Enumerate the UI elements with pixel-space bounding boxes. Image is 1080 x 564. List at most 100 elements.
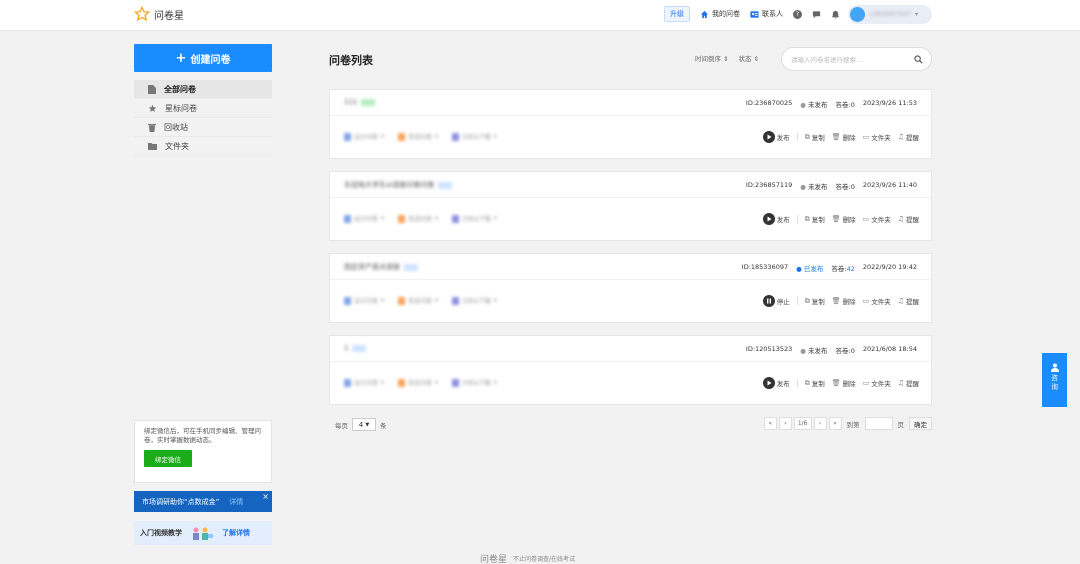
remind-button[interactable]: ♫ 提醒 bbox=[898, 296, 919, 306]
send-survey-button[interactable]: 发送问卷 ▾ bbox=[398, 214, 438, 223]
avatar bbox=[850, 7, 865, 22]
move-folder-button[interactable]: ▭ 文件夹 bbox=[863, 214, 891, 224]
copy-button[interactable]: ⧉ 复制 bbox=[805, 214, 825, 225]
consult-button[interactable]: 咨询 bbox=[1042, 353, 1067, 407]
design-survey-button[interactable]: 设计问卷 ▾ bbox=[344, 378, 384, 387]
search-input[interactable]: 请输入问卷名进行搜索... bbox=[791, 54, 862, 64]
answers-count: 答卷:0 bbox=[836, 99, 855, 109]
delete-button[interactable]: 🗑︎ 删除 bbox=[832, 132, 856, 142]
survey-title[interactable]: 东冠电大学生ai调查问卷问卷 bbox=[344, 180, 453, 190]
next-page-button[interactable]: › bbox=[813, 417, 827, 430]
analyze-download-button[interactable]: 分析&下载 ▾ bbox=[452, 296, 497, 305]
publish-button[interactable]: 发布 bbox=[762, 131, 790, 143]
sidebar-item-label: 回收站 bbox=[164, 122, 188, 132]
search-box[interactable]: 请输入问卷名进行搜索... bbox=[781, 47, 932, 71]
move-folder-button[interactable]: ▭ 文件夹 bbox=[863, 132, 891, 142]
publish-button[interactable]: 发布 bbox=[762, 213, 790, 225]
my-surveys-link[interactable]: 我的问卷 bbox=[700, 9, 740, 19]
per-page-select[interactable]: 4 ▼ bbox=[352, 418, 376, 431]
last-page-button[interactable]: » bbox=[828, 417, 842, 430]
survey-card-header: 111 ID:236870025 ● 未发布 答卷:0 2023/9/26 11… bbox=[330, 90, 931, 116]
upgrade-button[interactable]: 升级 bbox=[664, 6, 690, 22]
copy-button[interactable]: ⧉ 复制 bbox=[805, 378, 825, 389]
send-icon bbox=[398, 132, 406, 141]
survey-title[interactable]: 1 bbox=[344, 344, 367, 352]
sort-status-button[interactable]: 状态 ⇕ bbox=[739, 53, 760, 63]
delete-button[interactable]: 🗑︎ 删除 bbox=[832, 378, 856, 388]
sidebar-item-starred[interactable]: 星标问卷 bbox=[134, 99, 272, 118]
divider bbox=[796, 215, 798, 223]
design-label: 设计问卷 bbox=[354, 216, 379, 223]
sidebar-item-trash[interactable]: 回收站 bbox=[134, 118, 272, 137]
design-survey-button[interactable]: 设计问卷 ▾ bbox=[344, 296, 384, 305]
survey-title[interactable]: 111 bbox=[344, 98, 376, 106]
analyze-label: 分析&下载 bbox=[462, 298, 491, 305]
create-survey-label: 创建问卷 bbox=[190, 54, 231, 66]
copy-button[interactable]: ⧉ 复制 bbox=[805, 296, 825, 307]
analyze-download-button[interactable]: 分析&下载 ▾ bbox=[452, 132, 497, 141]
video-detail-link[interactable]: 了解详情 bbox=[222, 528, 250, 538]
sidebar-item-label: 文件夹 bbox=[165, 141, 189, 151]
survey-title[interactable]: 固定资产盘点调查 bbox=[344, 262, 418, 272]
sidebar-item-all[interactable]: 全部问卷 bbox=[134, 80, 272, 99]
close-icon[interactable]: × bbox=[262, 492, 269, 501]
publish-button[interactable]: 发布 bbox=[762, 377, 790, 389]
bell-icon[interactable] bbox=[831, 10, 840, 19]
send-survey-button[interactable]: 发送问卷 ▾ bbox=[398, 296, 438, 305]
remind-button[interactable]: ♫ 提醒 bbox=[898, 132, 919, 142]
send-icon bbox=[398, 378, 406, 387]
goto-page-input[interactable] bbox=[864, 417, 893, 430]
message-icon[interactable] bbox=[812, 10, 821, 19]
status-text: 未发布 bbox=[808, 101, 828, 109]
first-page-button[interactable]: « bbox=[763, 417, 777, 430]
per-page-value: 4 bbox=[358, 420, 364, 429]
move-folder-button[interactable]: ▭ 文件夹 bbox=[863, 296, 891, 306]
analyze-download-button[interactable]: 分析&下载 ▾ bbox=[452, 378, 497, 387]
answers-label: 答卷: bbox=[835, 183, 851, 191]
trash-icon: 🗑︎ bbox=[831, 133, 841, 141]
plus-icon: + bbox=[175, 50, 187, 66]
contacts-icon bbox=[750, 10, 759, 18]
design-survey-button[interactable]: 设计问卷 ▾ bbox=[344, 132, 384, 141]
delete-button[interactable]: 🗑︎ 删除 bbox=[832, 214, 856, 224]
goto-confirm-button[interactable]: 确定 bbox=[909, 417, 932, 430]
user-menu[interactable]: 13829007547 ▾ bbox=[848, 5, 932, 24]
survey-meta: ID:185336097 ● 已发布 答卷:42 2022/9/20 19:42 bbox=[742, 263, 917, 273]
status-text: 已发布 bbox=[803, 265, 824, 273]
folder-label: 文件夹 bbox=[871, 216, 891, 224]
survey-main-actions: 设计问卷 ▾ 发送问卷 ▾ 分析&下载 ▾ bbox=[344, 132, 497, 141]
remind-label: 提醒 bbox=[906, 216, 919, 224]
answers-value: 0 bbox=[850, 183, 855, 191]
app-logo[interactable]: 问卷星 bbox=[134, 6, 184, 22]
promo-banner[interactable]: 市场调研助你“点数成金” 详情 × bbox=[134, 491, 272, 512]
consult-label: 咨询 bbox=[1051, 374, 1058, 391]
search-icon[interactable] bbox=[914, 54, 923, 64]
user-name: 13829007547 bbox=[869, 11, 911, 18]
send-survey-button[interactable]: 发送问卷 ▾ bbox=[398, 132, 438, 141]
create-survey-button[interactable]: + 创建问卷 bbox=[134, 44, 272, 72]
folder-icon: ▭ bbox=[862, 297, 870, 305]
stop-button[interactable]: 停止 bbox=[762, 295, 790, 307]
remind-button[interactable]: ♫ 提醒 bbox=[898, 378, 919, 388]
prev-page-button[interactable]: ‹ bbox=[778, 417, 792, 430]
video-tutorial-text: 入门视频教学 bbox=[140, 529, 182, 537]
promo-detail-link[interactable]: 详情 bbox=[229, 497, 243, 507]
design-survey-button[interactable]: 设计问卷 ▾ bbox=[344, 214, 384, 223]
remind-button[interactable]: ♫ 提醒 bbox=[898, 214, 919, 224]
contacts-link[interactable]: 联系人 bbox=[750, 9, 783, 19]
delete-button[interactable]: 🗑︎ 删除 bbox=[832, 296, 856, 306]
sidebar-item-folder[interactable]: 文件夹 bbox=[134, 137, 272, 156]
copy-button[interactable]: ⧉ 复制 bbox=[805, 132, 825, 143]
send-survey-button[interactable]: 发送问卷 ▾ bbox=[398, 378, 438, 387]
move-folder-button[interactable]: ▭ 文件夹 bbox=[863, 378, 891, 388]
folder-icon: ▭ bbox=[862, 379, 870, 387]
remind-label: 提醒 bbox=[906, 380, 919, 388]
help-icon[interactable]: ? bbox=[793, 9, 802, 19]
sort-time-button[interactable]: 时间倒序 ⇕ bbox=[695, 53, 729, 63]
analyze-download-button[interactable]: 分析&下载 ▾ bbox=[452, 214, 497, 223]
status-badge: ● 未发布 bbox=[800, 347, 828, 355]
video-tutorial-banner[interactable]: 入门视频教学 了解详情 bbox=[134, 521, 272, 545]
survey-card: 固定资产盘点调查 ID:185336097 ● 已发布 答卷:42 2022/9… bbox=[329, 253, 932, 323]
analyze-icon bbox=[452, 214, 460, 223]
bind-wechat-button[interactable]: 绑定微信 bbox=[144, 450, 192, 467]
